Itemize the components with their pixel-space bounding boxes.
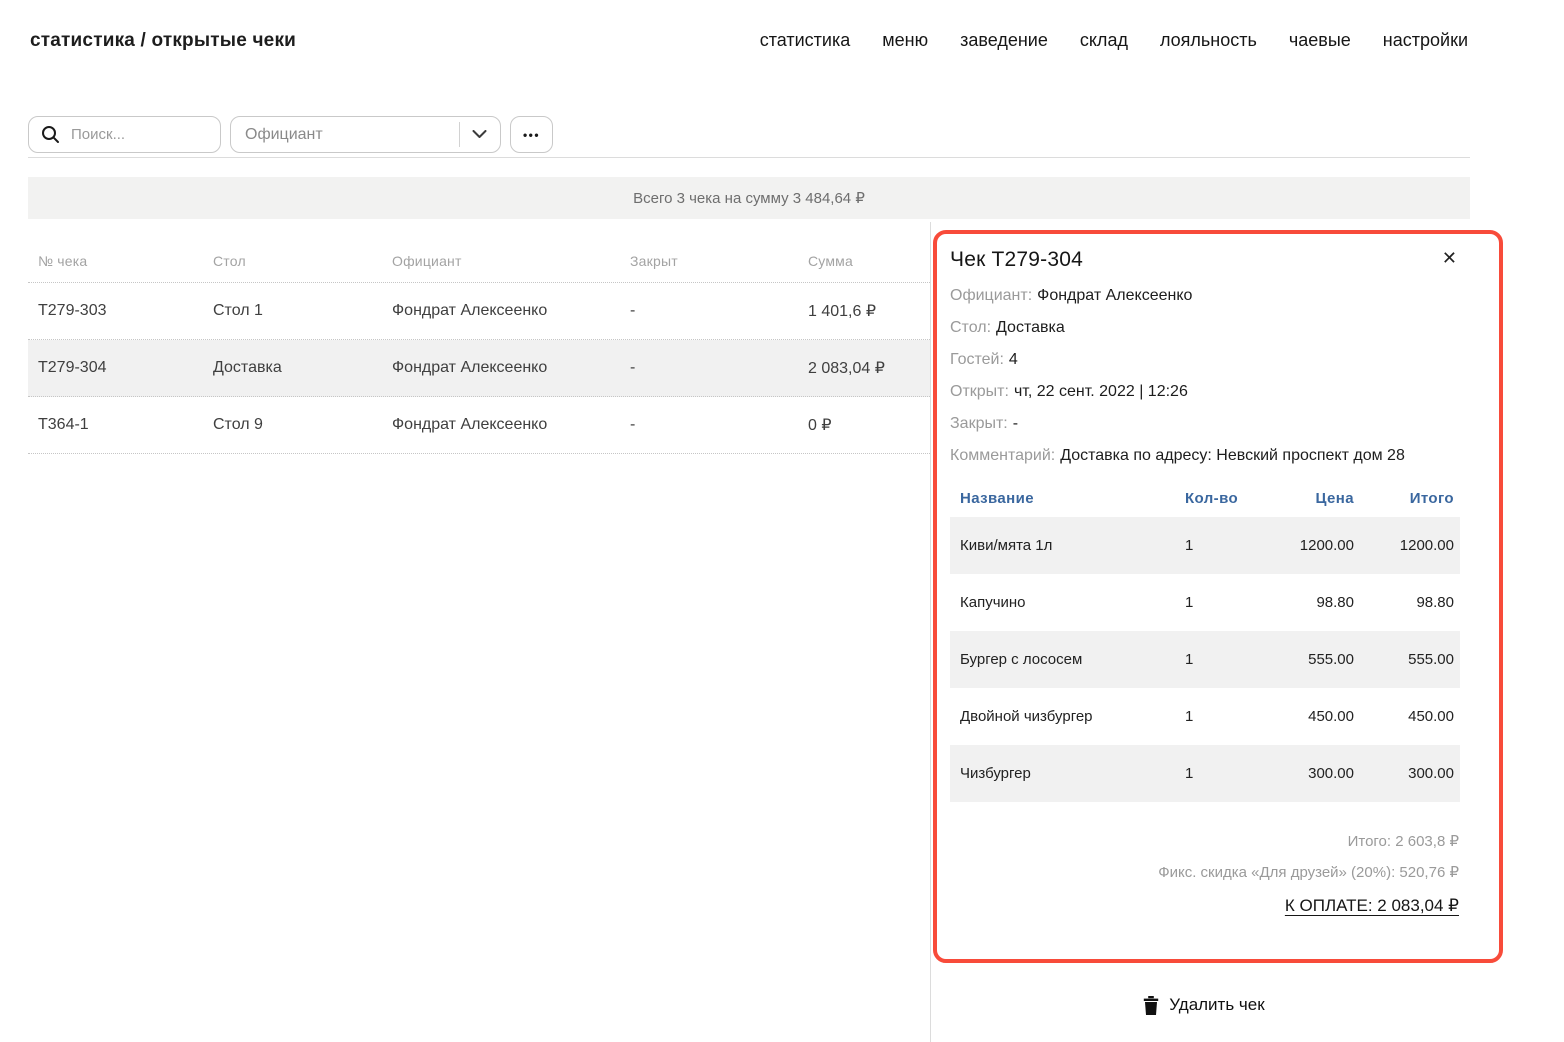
cell-closed: -	[630, 359, 808, 377]
col-header-table: Стол	[213, 253, 392, 269]
item-row: Двойной чизбургер 1 450.00 450.00	[950, 688, 1460, 745]
table-row[interactable]: T279-303 Стол 1 Фондрат Алексеенко - 1 4…	[28, 283, 930, 340]
items-header: Название Кол-во Цена Итого	[950, 479, 1460, 517]
nav-item-settings[interactable]: настройки	[1383, 30, 1468, 51]
receipt-title: Чек T279-304	[950, 248, 1083, 272]
cell-receipt-no: T279-304	[28, 359, 213, 377]
col-header-sum: Сумма	[808, 253, 930, 269]
cell-closed: -	[630, 416, 808, 434]
col-header-closed: Закрыт	[630, 253, 808, 269]
detail-comment: Комментарий:Доставка по адресу: Невский …	[950, 445, 1459, 467]
nav-item-statistics[interactable]: статистика	[760, 30, 851, 51]
items-col-name: Название	[950, 490, 1185, 507]
cell-sum: 1 401,6 ₽	[808, 301, 930, 321]
col-header-receipt-no: № чека	[28, 253, 213, 269]
nav-item-tips[interactable]: чаевые	[1289, 30, 1351, 51]
trash-icon	[1143, 996, 1159, 1015]
filters-row: Официант •••	[28, 116, 553, 153]
main-nav: статистика меню заведение склад лояльнос…	[760, 30, 1468, 51]
waiter-filter-dropdown[interactable]: Официант	[230, 116, 501, 153]
cell-waiter: Фондрат Алексеенко	[392, 302, 630, 320]
panel-header: Чек T279-304 ✕	[950, 248, 1459, 272]
dropdown-divider	[459, 122, 460, 147]
discount-line: Фикс. скидка «Для друзей» (20%): 520,76 …	[950, 857, 1459, 888]
search-box	[28, 116, 221, 153]
receipt-totals: Итого: 2 603,8 ₽ Фикс. скидка «Для друзе…	[950, 826, 1459, 922]
cell-waiter: Фондрат Алексеенко	[392, 416, 630, 434]
detail-closed: Закрыт:-	[950, 413, 1459, 435]
item-row: Киви/мята 1л 1 1200.00 1200.00	[950, 517, 1460, 574]
receipt-detail-panel: Чек T279-304 ✕ Официант:Фондрат Алексеен…	[930, 222, 1564, 1042]
items-col-total: Итого	[1360, 490, 1460, 507]
detail-table: Стол:Доставка	[950, 317, 1459, 339]
waiter-filter-label: Официант	[245, 126, 459, 144]
table-row-selected[interactable]: T279-304 Доставка Фондрат Алексеенко - 2…	[28, 340, 930, 397]
detail-waiter: Официант:Фондрат Алексеенко	[950, 285, 1459, 307]
divider-line	[28, 157, 1470, 158]
item-row: Чизбургер 1 300.00 300.00	[950, 745, 1460, 802]
items-col-price: Цена	[1265, 490, 1360, 507]
table-row[interactable]: T364-1 Стол 9 Фондрат Алексеенко - 0 ₽	[28, 397, 930, 454]
item-row: Капучино 1 98.80 98.80	[950, 574, 1460, 631]
search-input[interactable]	[69, 125, 189, 144]
nav-item-venue[interactable]: заведение	[960, 30, 1048, 51]
cell-table: Доставка	[213, 359, 392, 377]
cell-sum: 2 083,04 ₽	[808, 358, 930, 378]
receipts-table-header: № чека Стол Официант Закрыт Сумма	[28, 240, 930, 283]
chevron-down-icon	[472, 130, 487, 139]
receipt-details: Официант:Фондрат Алексеенко Стол:Доставк…	[950, 285, 1459, 467]
receipts-table: № чека Стол Официант Закрыт Сумма T279-3…	[28, 240, 930, 454]
top-bar: статистика / открытые чеки статистика ме…	[30, 30, 1468, 52]
close-icon[interactable]: ✕	[1440, 248, 1459, 269]
more-options-button[interactable]: •••	[510, 116, 553, 153]
detail-opened: Открыт:чт, 22 сент. 2022 | 12:26	[950, 381, 1459, 403]
cell-receipt-no: T279-303	[28, 302, 213, 320]
receipt-detail-highlight: Чек T279-304 ✕ Официант:Фондрат Алексеен…	[933, 230, 1503, 963]
ellipsis-icon: •••	[523, 128, 540, 142]
cell-closed: -	[630, 302, 808, 320]
nav-item-loyalty[interactable]: лояльность	[1160, 30, 1257, 51]
breadcrumb: статистика / открытые чеки	[30, 30, 296, 52]
receipt-items-table: Название Кол-во Цена Итого Киви/мята 1л …	[950, 479, 1460, 802]
cell-receipt-no: T364-1	[28, 416, 213, 434]
summary-text: Всего 3 чека на сумму 3 484,64 ₽	[633, 189, 865, 207]
delete-receipt-button[interactable]: Удалить чек	[949, 987, 1459, 1023]
cell-table: Стол 9	[213, 416, 392, 434]
cell-table: Стол 1	[213, 302, 392, 320]
payable-line: К ОПЛАТЕ: 2 083,04 ₽	[950, 890, 1459, 922]
detail-guests: Гостей:4	[950, 349, 1459, 371]
delete-receipt-label: Удалить чек	[1169, 995, 1264, 1015]
col-header-waiter: Официант	[392, 253, 630, 269]
nav-item-warehouse[interactable]: склад	[1080, 30, 1128, 51]
nav-item-menu[interactable]: меню	[882, 30, 928, 51]
item-row: Бургер с лососем 1 555.00 555.00	[950, 631, 1460, 688]
search-icon	[41, 125, 60, 144]
cell-sum: 0 ₽	[808, 415, 930, 435]
items-col-qty: Кол-во	[1185, 490, 1265, 507]
subtotal-line: Итого: 2 603,8 ₽	[950, 826, 1459, 857]
summary-bar: Всего 3 чека на сумму 3 484,64 ₽	[28, 177, 1470, 219]
cell-waiter: Фондрат Алексеенко	[392, 359, 630, 377]
